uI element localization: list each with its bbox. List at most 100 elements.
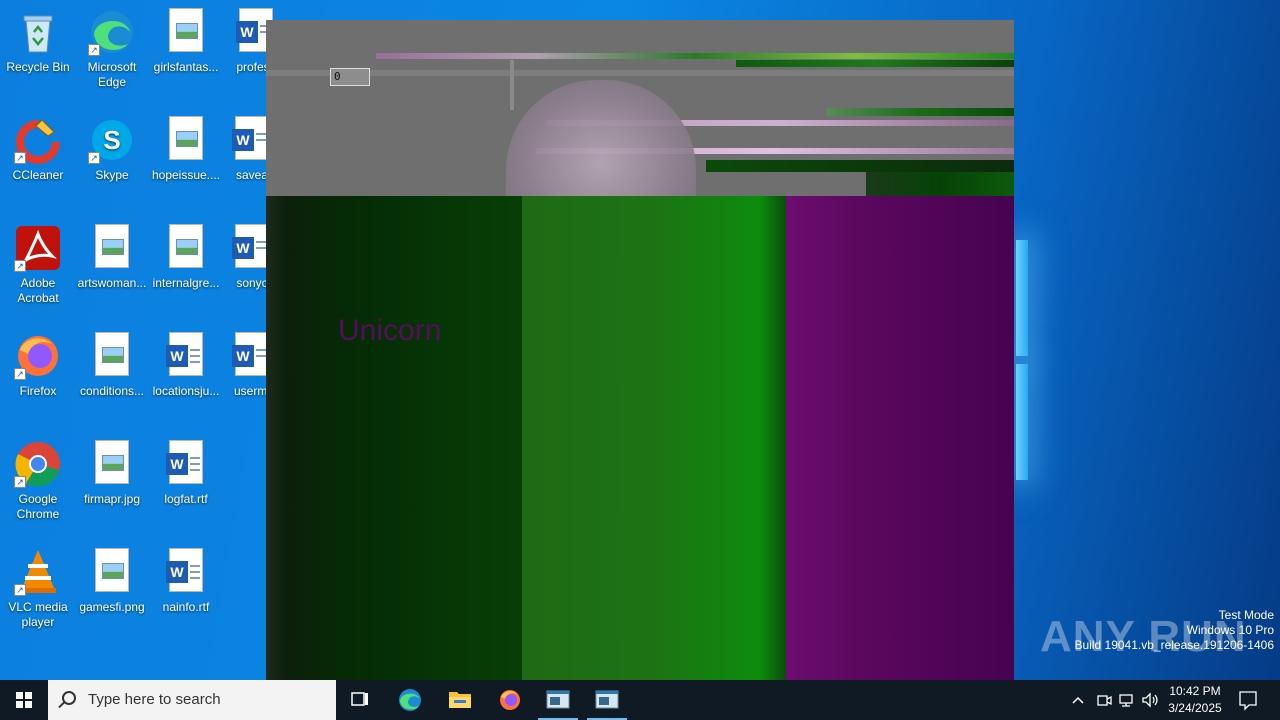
icon-label: VLC media player — [8, 600, 68, 629]
purple-stripe — [786, 196, 1014, 680]
desktop-icon-ccleaner[interactable]: ↗ CCleaner — [0, 114, 76, 183]
icon-label: locationsju... — [152, 384, 220, 398]
icon-label: logfat.rtf — [164, 492, 208, 506]
desktop-icon-internalgre[interactable]: internalgre... — [148, 222, 224, 291]
desktop-icon-girlsfantas[interactable]: girlsfantas... — [148, 6, 224, 75]
search-icon — [62, 691, 76, 705]
desktop-icon-firefox[interactable]: ↗ Firefox — [0, 330, 76, 399]
color-stripes-area: Unicorn — [266, 196, 1014, 680]
word-doc-icon: W — [232, 224, 269, 268]
desktop-icon-gamesfi[interactable]: gamesfi.png — [74, 546, 150, 615]
start-button[interactable] — [0, 680, 48, 720]
firefox-icon: ↗ — [14, 332, 62, 380]
desktop-icon-adobe-acrobat[interactable]: ↗ Adobe Acrobat — [0, 222, 76, 306]
glitched-app-window[interactable]: 0 Unicorn — [266, 20, 1014, 680]
icon-label: Firefox — [19, 384, 57, 398]
icon-label: Recycle Bin — [6, 60, 70, 74]
task-view-icon — [351, 692, 368, 706]
word-doc-icon: W — [166, 548, 203, 592]
image-file-icon — [95, 332, 129, 376]
taskbar-edge[interactable] — [386, 680, 434, 720]
taskbar-app-window-1[interactable] — [534, 680, 582, 720]
acrobat-icon: ↗ — [14, 224, 62, 272]
anime-character-image — [506, 80, 696, 200]
icon-label: firmapr.jpg — [83, 492, 141, 506]
image-file-icon — [95, 440, 129, 484]
word-doc-icon: W — [166, 440, 203, 484]
taskbar-clock[interactable]: 10:42 PM 3/24/2025 — [1160, 683, 1230, 717]
image-file-icon — [169, 224, 203, 268]
desktop-icon-microsoft-edge[interactable]: ↗ Microsoft Edge — [74, 6, 150, 90]
icon-label: internalgre... — [152, 276, 220, 290]
icon-label: Google Chrome — [16, 492, 60, 521]
recycle-bin-icon — [14, 8, 62, 56]
watermark-line: Test Mode — [1218, 608, 1274, 622]
shortcut-arrow-icon: ↗ — [14, 584, 26, 596]
meet-now-icon[interactable] — [1094, 690, 1114, 710]
desktop-icon-vlc[interactable]: ↗ VLC media player — [0, 546, 76, 630]
shortcut-arrow-icon: ↗ — [88, 44, 100, 56]
windows-test-mode-watermark: Test Mode Windows 10 Pro Build 19041.vb_… — [1075, 608, 1275, 653]
taskbar-file-explorer[interactable] — [436, 680, 484, 720]
tray-overflow-chevron-icon[interactable] — [1068, 690, 1088, 710]
volume-icon[interactable] — [1140, 690, 1160, 710]
desktop-icon-nainfo[interactable]: W nainfo.rtf — [148, 546, 224, 615]
icon-label: Microsoft Edge — [87, 60, 137, 89]
svg-text:S: S — [103, 125, 120, 155]
image-file-icon — [95, 224, 129, 268]
watermark-line: Build 19041.vb_release.191206-1406 — [1074, 638, 1275, 652]
desktop-icon-logfat[interactable]: W logfat.rtf — [148, 438, 224, 507]
vlc-icon: ↗ — [14, 548, 62, 596]
taskbar-search-box[interactable]: Type here to search — [48, 680, 336, 720]
icon-label: Adobe Acrobat — [17, 276, 59, 305]
green-stripe — [522, 196, 786, 680]
search-placeholder: Type here to search — [88, 691, 221, 708]
windows-start-icon — [16, 692, 32, 708]
desktop-icon-artswoman[interactable]: artswoman... — [74, 222, 150, 291]
unicorn-text: Unicorn — [338, 314, 442, 347]
icon-label: CCleaner — [12, 168, 64, 182]
desktop-icon-firmapr[interactable]: firmapr.jpg — [74, 438, 150, 507]
desktop-icon-hopeissue[interactable]: hopeissue.... — [148, 114, 224, 183]
taskbar-firefox[interactable] — [486, 680, 534, 720]
desktop-icon-skype[interactable]: S ↗ Skype — [74, 114, 150, 183]
word-doc-icon: W — [232, 332, 269, 376]
desktop-icon-locationsju[interactable]: W locationsju... — [148, 330, 224, 399]
clock-date: 3/24/2025 — [1168, 701, 1222, 715]
action-center-button[interactable] — [1232, 680, 1264, 720]
counter-field[interactable]: 0 — [330, 68, 370, 86]
desktop-icon-conditions[interactable]: conditions... — [74, 330, 150, 399]
icon-label: conditions... — [79, 384, 145, 398]
watermark-line: Windows 10 Pro — [1186, 623, 1274, 637]
icon-label: Skype — [95, 168, 129, 182]
clock-time: 10:42 PM — [1169, 684, 1221, 698]
shortcut-arrow-icon: ↗ — [14, 368, 26, 380]
app-window-icon — [595, 690, 619, 709]
shortcut-arrow-icon: ↗ — [88, 152, 100, 164]
folder-icon — [449, 692, 471, 708]
task-view-button[interactable] — [336, 680, 384, 720]
ccleaner-icon: ↗ — [14, 116, 62, 164]
icon-label: gamesfi.png — [79, 600, 145, 614]
network-icon[interactable] — [1117, 690, 1137, 710]
notification-icon — [1239, 691, 1257, 711]
chrome-icon: ↗ — [14, 440, 62, 488]
taskbar: Type here to search 10:42 PM 3/24/2025 — [0, 680, 1280, 720]
app-header-area: 0 — [266, 20, 1014, 200]
icon-label: nainfo.rtf — [162, 600, 210, 614]
desktop: Recycle Bin ↗ CCleaner ↗ Adobe Acrobat ↗… — [0, 0, 1280, 680]
edge-icon — [399, 689, 421, 711]
app-window-icon — [546, 690, 570, 709]
firefox-icon — [500, 690, 520, 710]
shortcut-arrow-icon: ↗ — [14, 476, 26, 488]
windows-logo-light — [1016, 240, 1028, 480]
image-file-icon — [95, 548, 129, 592]
word-doc-icon: W — [166, 332, 203, 376]
desktop-icon-recycle-bin[interactable]: Recycle Bin — [0, 6, 76, 75]
icon-label: artswoman... — [77, 276, 147, 290]
shortcut-arrow-icon: ↗ — [14, 152, 26, 164]
taskbar-app-window-2[interactable] — [583, 680, 631, 720]
skype-icon: S ↗ — [88, 116, 136, 164]
desktop-icon-google-chrome[interactable]: ↗ Google Chrome — [0, 438, 76, 522]
icon-label: girlsfantas... — [153, 60, 219, 74]
